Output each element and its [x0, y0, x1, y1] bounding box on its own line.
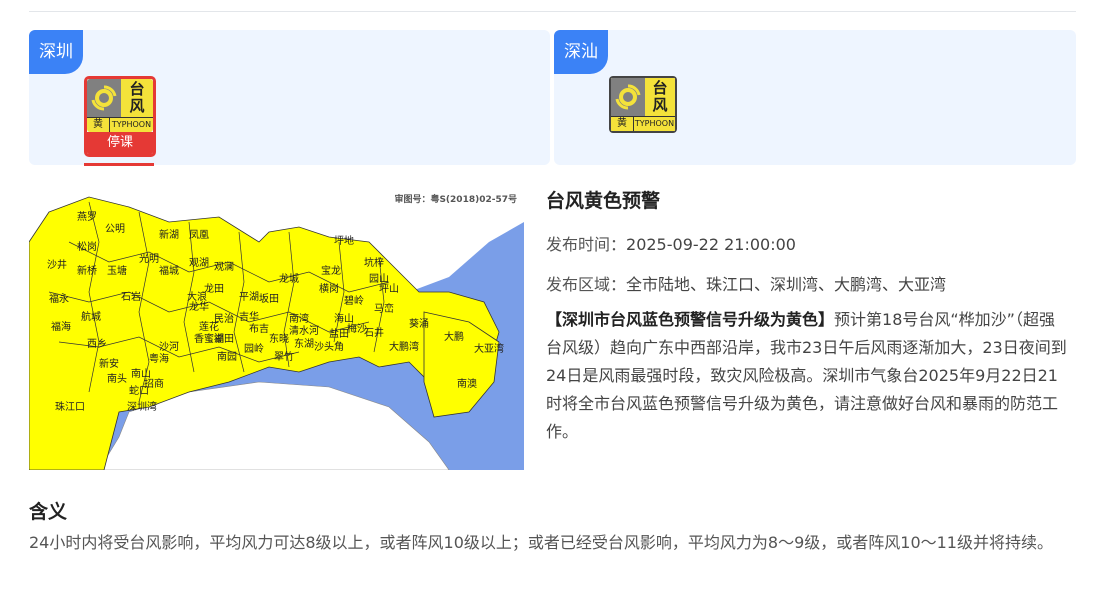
map-label: 福海	[51, 320, 71, 333]
map-label: 坂田	[259, 293, 279, 305]
warning-title: 台风黄色预警	[546, 190, 661, 212]
map-label: 园岭	[244, 342, 264, 355]
map-label: 新桥	[77, 264, 97, 277]
map-label: 新安	[99, 357, 119, 370]
map-label: 南头	[107, 372, 127, 385]
map-label: 碧岭	[344, 294, 364, 307]
map-label: 新湖	[159, 228, 179, 241]
warning-content: 【深圳市台风蓝色预警信号升级为黄色】预计第18号台风“桦加沙”（超强台风级）趋向…	[546, 306, 1068, 446]
region-card-shenshan[interactable]: 深汕 台 风 黄 TYPHOON	[554, 30, 1076, 165]
map-label: 南澳	[457, 377, 477, 390]
map-label: 燕罗	[77, 211, 97, 223]
map-label: 翠竹	[274, 350, 294, 363]
map-label: 坪山	[379, 282, 399, 295]
signal-char: 风	[652, 96, 668, 114]
map-label: 大鹏湾	[389, 340, 419, 353]
map-label: 松岗	[77, 240, 97, 253]
map-label: 石岩	[121, 290, 141, 303]
map-label: 南湾	[289, 312, 309, 325]
map-label: 东晓	[269, 332, 289, 345]
map-label: 福城	[159, 264, 179, 277]
map-approval-number: 审图号：粤S(2018)02-57号	[394, 193, 517, 205]
map-label: 玉塘	[107, 264, 127, 277]
map-label: 南园	[217, 350, 237, 363]
signal-char: 台	[652, 79, 668, 97]
publish-area: 发布区域：全市陆地、珠江口、深圳湾、大鹏湾、大亚湾	[546, 271, 946, 295]
typhoon-yellow-signal-icon[interactable]: 台 风 黄 TYPHOON	[609, 76, 677, 133]
map-label: 龙城	[279, 272, 299, 285]
publish-area-value: 全市陆地、珠江口、深圳湾、大鹏湾、大亚湾	[626, 275, 947, 294]
signal-char: 台	[129, 80, 145, 98]
map-label: 布吉	[249, 323, 269, 335]
region-card-shenzhen[interactable]: 深圳 台 风 黄 TYPHOON 停课	[29, 30, 550, 165]
map-label: 观澜	[214, 261, 234, 273]
map-label: 观湖	[189, 257, 209, 269]
meaning-title: 含义	[29, 501, 68, 523]
warning-headline: 【深圳市台风蓝色预警信号升级为黄色】	[546, 310, 835, 329]
publish-time-label: 发布时间：	[546, 235, 627, 254]
top-divider	[29, 11, 1076, 12]
map-label: 航城	[81, 310, 101, 323]
signal-level: 黄	[87, 118, 110, 132]
map-label: 清水河	[289, 324, 319, 337]
map-label: 坪地	[334, 234, 354, 247]
class-suspension-badge: 停课	[87, 132, 153, 154]
map-label: 马峦	[374, 302, 394, 315]
warning-body: 预计第18号台风“桦加沙”（超强台风级）趋向广东中西部沿岸，我市23日午后风雨逐…	[546, 310, 1067, 441]
map-label: 葵涌	[409, 318, 429, 330]
shenzhen-map: 审图号：粤S(2018)02-57号 燕罗公明沙井松岗新桥 玉塘光明新湖 凤凰福城观…	[28, 182, 524, 471]
map-label: 盐田	[329, 327, 349, 340]
map-label: 宝龙	[321, 264, 341, 277]
map-label: 深圳湾	[127, 400, 157, 413]
map-label: 珠江口	[55, 400, 85, 413]
map-label: 横岗	[319, 282, 339, 295]
map-label: 大鹏	[444, 330, 464, 343]
signal-english: TYPHOON	[634, 119, 675, 128]
region-tag: 深圳	[29, 30, 83, 74]
map-label: 大亚湾	[474, 342, 504, 355]
map-label: 福永	[49, 292, 69, 305]
publish-time: 发布时间：2025-09-22 21:00:00	[546, 231, 796, 255]
map-label: 沙井	[47, 258, 67, 271]
selected-indicator	[84, 163, 154, 166]
typhoon-yellow-signal-icon[interactable]: 台 风 黄 TYPHOON 停课	[84, 76, 156, 157]
map-label: 龙华	[189, 300, 209, 313]
map-label: 梅沙	[347, 322, 367, 335]
map-label: 粤海	[149, 352, 169, 365]
typhoon-icon	[611, 78, 645, 116]
map-label: 沙河	[159, 341, 179, 353]
map-label: 光明	[139, 252, 159, 265]
map-label: 西乡	[87, 338, 107, 350]
map-label: 石井	[364, 326, 384, 339]
map-label: 沙头角	[314, 341, 344, 353]
map-label: 东湖	[294, 337, 314, 350]
signal-level: 黄	[611, 117, 634, 131]
map-label: 招商	[144, 377, 164, 390]
publish-area-label: 发布区域：	[546, 275, 627, 294]
map-label: 福田	[214, 332, 234, 345]
map-label: 坑梓	[364, 256, 384, 269]
map-label: 凤凰	[189, 229, 209, 241]
map-label: 平湖	[239, 291, 259, 303]
region-tag: 深汕	[554, 30, 608, 74]
map-label: 莲花	[199, 320, 219, 333]
meaning-text: 24小时内将受台风影响，平均风力可达8级以上，或者阵风10级以上；或者已经受台风…	[29, 533, 1053, 552]
signal-english: TYPHOON	[111, 120, 152, 129]
typhoon-icon	[87, 79, 121, 117]
map-label: 吉华	[239, 310, 259, 323]
signal-char: 风	[129, 97, 145, 115]
publish-time-value: 2025-09-22 21:00:00	[626, 235, 796, 254]
warning-map[interactable]: 审图号：粤S(2018)02-57号 燕罗 公明 沙井 松岗 新桥 玉塘 光明 新湖 凤凰 福城观…	[28, 182, 524, 471]
map-label: 公明	[105, 223, 125, 235]
map-label: 龙田	[204, 282, 224, 295]
